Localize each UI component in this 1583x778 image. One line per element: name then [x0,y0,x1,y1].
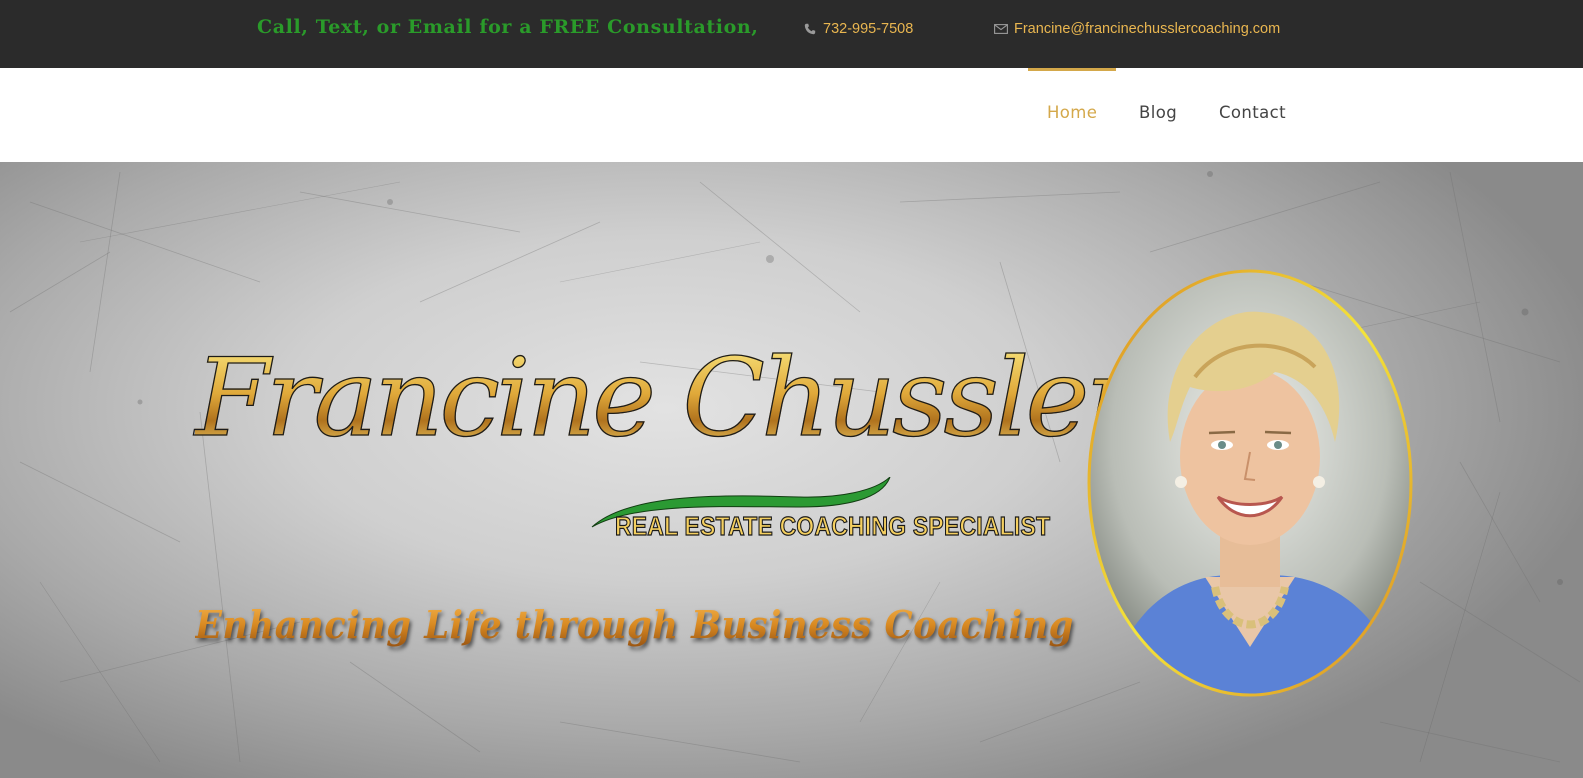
email-address[interactable]: Francine@francinechusslercoaching.com [1014,21,1280,37]
nav-home[interactable]: Home [1047,103,1097,122]
phone-icon [803,22,817,36]
hero-banner: Francine Chussler REAL ESTATE COACHING S… [0,162,1583,778]
logo-signature: Francine Chussler [194,336,1137,461]
phone-number[interactable]: 732-995-7508 [823,21,913,37]
hero-tagline: Enhancing Life through Business Coaching [195,602,1074,647]
envelope-icon [994,22,1008,36]
nav-blog[interactable]: Blog [1139,103,1177,122]
email-contact[interactable]: Francine@francinechusslercoaching.com [994,21,1280,37]
main-navigation: Home Blog Contact [0,68,1583,162]
phone-contact[interactable]: 732-995-7508 [803,21,913,37]
logo-subtitle: REAL ESTATE COACHING SPECIALIST [614,510,1051,541]
nav-contact[interactable]: Contact [1219,103,1286,122]
top-contact-bar: Call, Text, or Email for a FREE Consulta… [0,0,1583,68]
consultation-promo: Call, Text, or Email for a FREE Consulta… [257,16,759,38]
portrait-photo [1087,269,1413,697]
active-nav-indicator [1028,68,1116,71]
